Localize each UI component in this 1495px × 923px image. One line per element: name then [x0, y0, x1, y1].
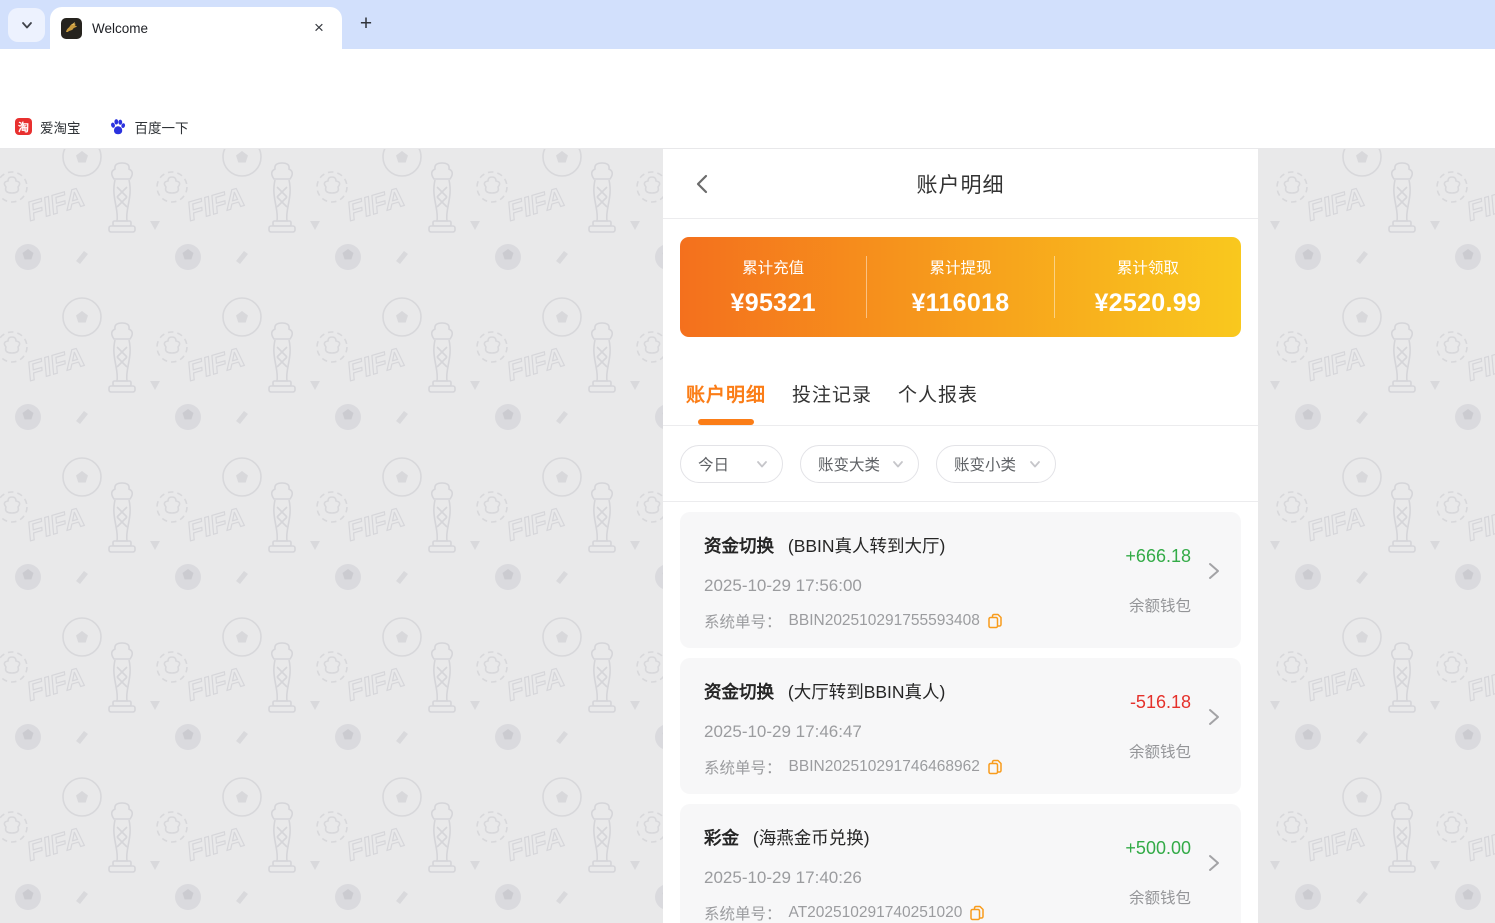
baidu-paw-icon — [109, 118, 127, 136]
transaction-amount: +666.18 — [1125, 546, 1191, 567]
transaction-type: 资金切换 — [704, 536, 774, 556]
chevron-right-icon[interactable] — [1201, 559, 1225, 583]
tab-title: Welcome — [92, 21, 310, 36]
transaction-detail: (海燕金币兑换) — [753, 828, 870, 848]
chevron-right-icon[interactable] — [1201, 851, 1225, 875]
transaction-amount: -516.18 — [1130, 692, 1191, 713]
summary-total-withdraw: 累计提现 ¥116018 — [867, 256, 1053, 318]
summary-label: 累计领取 — [1055, 256, 1241, 278]
report-panel: 账户明细 累计充值 ¥95321 累计提现 ¥116018 累计领取 ¥2520… — [663, 149, 1258, 923]
filter-date-dropdown[interactable]: 今日 — [680, 445, 783, 483]
filter-label: 账变小类 — [954, 453, 1016, 475]
site-favicon — [61, 18, 82, 39]
page-background: FIFA — [0, 149, 1495, 923]
transaction-list: 资金切换 (BBIN真人转到大厅) 2025-10-29 17:56:00 系统… — [663, 502, 1258, 923]
transaction-wallet: 余额钱包 — [1129, 886, 1191, 908]
summary-value: ¥95321 — [680, 289, 866, 318]
order-label: 系统单号： — [704, 756, 782, 778]
summary-value: ¥116018 — [867, 289, 1053, 318]
transaction-time: 2025-10-29 17:46:47 — [704, 722, 1217, 742]
order-label: 系统单号： — [704, 610, 782, 632]
tab-bet-records[interactable]: 投注记录 — [792, 380, 872, 425]
bookmark-label: 百度一下 — [135, 117, 189, 137]
bookmarks-bar: 淘 爱淘宝 百度一下 — [0, 105, 1495, 149]
chevron-down-icon — [755, 457, 769, 471]
tab-label: 个人报表 — [898, 385, 978, 406]
transaction-wallet: 余额钱包 — [1129, 594, 1191, 616]
summary-card: 累计充值 ¥95321 累计提现 ¥116018 累计领取 ¥2520.99 — [680, 237, 1241, 337]
bookmark-baidu[interactable]: 百度一下 — [109, 117, 189, 137]
filter-label: 账变大类 — [818, 453, 880, 475]
filter-label: 今日 — [698, 453, 729, 475]
browser-tab-welcome[interactable]: Welcome × — [50, 7, 342, 49]
transaction-amount: +500.00 — [1125, 838, 1191, 859]
report-tabs: 账户明细 投注记录 个人报表 — [663, 337, 1258, 426]
browser-toolbar: 175616.cc/reports/index — [0, 49, 1495, 105]
transaction-type: 彩金 — [704, 828, 739, 848]
chevron-right-icon[interactable] — [1201, 705, 1225, 729]
order-number: BBIN202510291755593408 — [789, 612, 980, 630]
transaction-time: 2025-10-29 17:40:26 — [704, 868, 1217, 888]
taobao-icon: 淘 — [15, 118, 32, 135]
tab-personal-report[interactable]: 个人报表 — [898, 380, 978, 425]
summary-label: 累计提现 — [867, 256, 1053, 278]
page-title: 账户明细 — [917, 169, 1005, 199]
transaction-detail: (大厅转到BBIN真人) — [788, 682, 946, 702]
filter-row: 今日 账变大类 账变小类 — [663, 426, 1258, 502]
browser-tabstrip: Welcome × + — [0, 0, 1495, 49]
tab-account-details[interactable]: 账户明细 — [686, 380, 766, 425]
back-chevron-icon[interactable] — [691, 172, 715, 196]
gold-dragon-icon — [64, 21, 79, 36]
order-label: 系统单号： — [704, 902, 782, 923]
summary-total-deposit: 累计充值 ¥95321 — [680, 256, 866, 318]
order-number: BBIN202510291746468962 — [789, 758, 980, 776]
chevron-down-icon — [1028, 457, 1042, 471]
bookmark-label: 爱淘宝 — [40, 117, 81, 137]
transaction-row[interactable]: 资金切换 (大厅转到BBIN真人) 2025-10-29 17:46:47 系统… — [680, 658, 1241, 794]
transaction-time: 2025-10-29 17:56:00 — [704, 576, 1217, 596]
tab-close-icon[interactable]: × — [310, 19, 328, 37]
chevron-down-icon — [891, 457, 905, 471]
summary-value: ¥2520.99 — [1055, 289, 1241, 318]
summary-label: 累计充值 — [680, 256, 866, 278]
filter-major-category-dropdown[interactable]: 账变大类 — [800, 445, 919, 483]
tab-search-button[interactable] — [8, 8, 45, 42]
chevron-down-icon — [20, 18, 34, 32]
new-tab-button[interactable]: + — [352, 10, 380, 38]
summary-total-claimed: 累计领取 ¥2520.99 — [1055, 256, 1241, 318]
page-header: 账户明细 — [663, 149, 1258, 219]
filter-minor-category-dropdown[interactable]: 账变小类 — [936, 445, 1056, 483]
order-number: AT202510291740251020 — [789, 904, 963, 922]
copy-icon[interactable] — [987, 759, 1003, 775]
transaction-row[interactable]: 资金切换 (BBIN真人转到大厅) 2025-10-29 17:56:00 系统… — [680, 512, 1241, 648]
bookmark-taobao[interactable]: 淘 爱淘宝 — [15, 117, 81, 137]
active-tab-underline — [698, 419, 754, 425]
copy-icon[interactable] — [987, 613, 1003, 629]
transaction-detail: (BBIN真人转到大厅) — [788, 536, 946, 556]
tab-label: 账户明细 — [686, 385, 766, 406]
tab-label: 投注记录 — [792, 385, 872, 406]
transaction-row[interactable]: 彩金 (海燕金币兑换) 2025-10-29 17:40:26 系统单号： AT… — [680, 804, 1241, 923]
transaction-wallet: 余额钱包 — [1129, 740, 1191, 762]
transaction-type: 资金切换 — [704, 682, 774, 702]
copy-icon[interactable] — [969, 905, 985, 921]
